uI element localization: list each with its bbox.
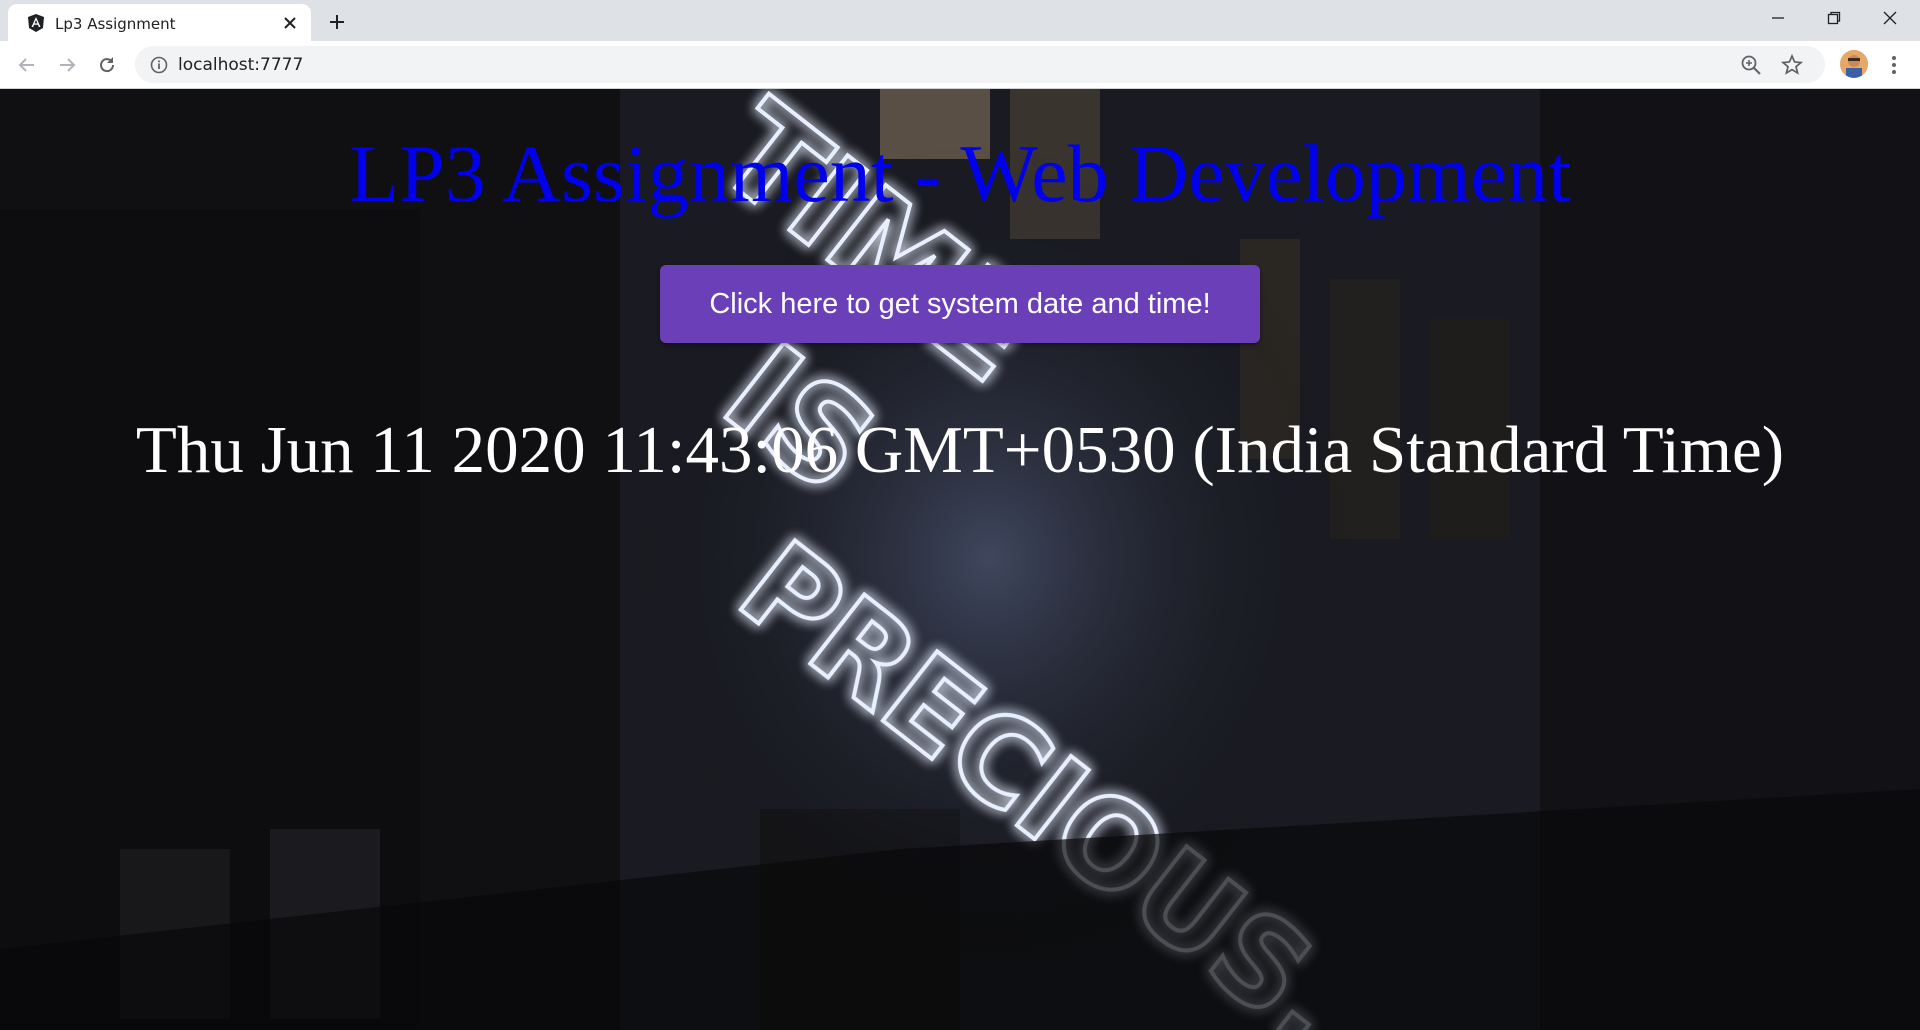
browser-toolbar: localhost:7777 [0,41,1920,89]
close-tab-icon[interactable] [279,12,301,34]
close-window-icon[interactable] [1862,0,1918,36]
zoom-icon[interactable] [1739,53,1763,77]
star-icon[interactable] [1780,53,1804,77]
address-bar[interactable]: localhost:7777 [135,46,1825,83]
arrow-right-icon [60,58,76,72]
browser-tab[interactable]: Lp3 Assignment [8,4,311,41]
kebab-menu-icon[interactable] [1882,51,1906,79]
url-text[interactable]: localhost:7777 [178,55,303,75]
forward-button[interactable] [51,49,83,81]
restore-icon[interactable] [1806,0,1862,36]
minimize-icon[interactable] [1750,0,1806,36]
date-time-output: Thu Jun 11 2020 11:43:06 GMT+0530 (India… [135,413,1785,487]
tab-title: Lp3 Assignment [55,15,176,33]
back-button[interactable] [11,49,43,81]
info-icon[interactable] [149,55,169,75]
page-viewport: TIME IS PRECIOUS. LP3 Assignment - Web D… [0,89,1920,1030]
browser-tab-strip: Lp3 Assignment [0,0,1920,41]
background-image: TIME IS PRECIOUS. [0,89,1920,1030]
reload-icon [100,57,115,73]
arrow-left-icon [18,58,34,72]
reload-button[interactable] [91,49,123,81]
page-title: LP3 Assignment - Web Development [349,128,1571,219]
new-tab-button[interactable] [323,8,351,36]
angular-icon [26,13,46,33]
avatar[interactable] [1840,50,1868,78]
get-date-time-button[interactable]: Click here to get system date and time! [660,265,1260,343]
